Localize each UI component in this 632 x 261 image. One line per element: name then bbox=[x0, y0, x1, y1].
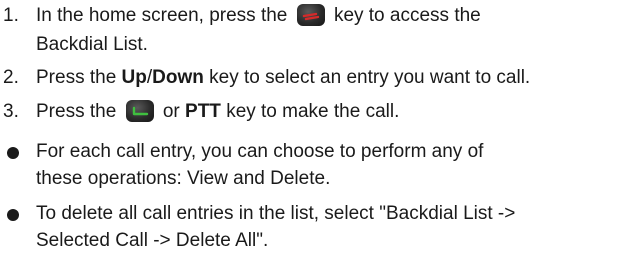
step-1-text-before: In the home screen, press the bbox=[36, 5, 288, 26]
step-1-continuation: Backdial List. bbox=[36, 34, 148, 55]
step-1-text-after: key to access the bbox=[333, 5, 481, 26]
step-3-text-before: Press the bbox=[36, 101, 117, 122]
bullet-1 bbox=[7, 147, 19, 159]
end-key-icon bbox=[296, 4, 325, 26]
step-1-number: 1. bbox=[3, 5, 19, 26]
step-1: 1. In the home screen, press the key to a… bbox=[0, 3, 481, 29]
step-3: 3. Press the or PTT key to make the call. bbox=[0, 99, 399, 125]
note-2-line-1: To delete all call entries in the list, … bbox=[36, 203, 516, 224]
step-2-text-after: key to select an entry you want to call. bbox=[209, 67, 531, 88]
ptt-key-label: PTT bbox=[185, 101, 221, 122]
bullet-2 bbox=[7, 209, 19, 221]
up-key-label: Up bbox=[121, 67, 147, 88]
step-2-text-before: Press the bbox=[36, 67, 117, 88]
instruction-document: 1. In the home screen, press the key to a… bbox=[0, 0, 632, 261]
note-2-line-2: Selected Call -> Delete All". bbox=[36, 230, 269, 251]
step-2-number: 2. bbox=[3, 67, 19, 88]
step-3-text-after: key to make the call. bbox=[226, 101, 400, 122]
send-key-icon bbox=[125, 100, 154, 122]
step-3-or: or bbox=[162, 101, 180, 122]
step-3-number: 3. bbox=[3, 101, 19, 122]
note-1-line-2: these operations: View and Delete. bbox=[36, 168, 331, 189]
step-2: 2. Press the Up/Down key to select an ent… bbox=[0, 65, 530, 91]
down-key-label: Down bbox=[152, 67, 204, 88]
note-1-line-1: For each call entry, you can choose to p… bbox=[36, 141, 484, 162]
